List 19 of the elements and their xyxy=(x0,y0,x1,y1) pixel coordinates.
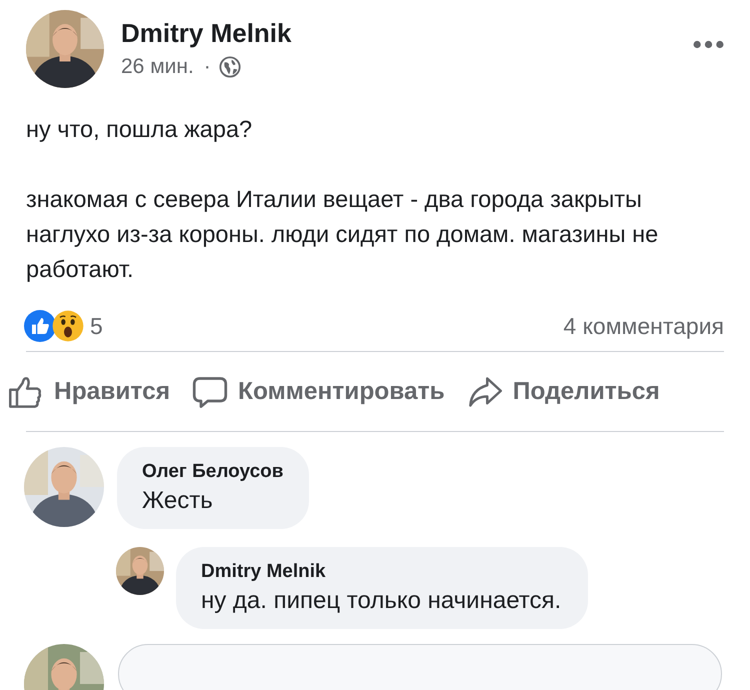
commenter-name[interactable]: Олег Белоусов xyxy=(142,461,284,483)
reaction-count[interactable]: 5 xyxy=(90,312,103,340)
action-button[interactable]: Нравится xyxy=(8,374,170,410)
comment-text: Жесть xyxy=(142,487,214,515)
author-name[interactable]: Dmitry Melnik xyxy=(121,18,693,49)
comment-text: ну да. пипец только начинается. xyxy=(201,587,562,615)
post-text: знакомая с севера Италии вещает - два города закрыты наглухо из-за короны. люди сидят по домам. магазины не работают. xyxy=(26,185,660,284)
more-icon[interactable] xyxy=(693,40,724,49)
like-reaction-icon xyxy=(24,310,56,342)
commenter-name[interactable]: Dmitry Melnik xyxy=(201,561,562,583)
action-button[interactable]: Поделиться xyxy=(466,374,660,410)
post-text: ну что, пошла жара? xyxy=(26,115,254,144)
action-button[interactable]: Комментировать xyxy=(192,374,445,410)
separator-dot: · xyxy=(204,55,211,79)
comment-count[interactable]: 4 комментария xyxy=(563,312,724,340)
globe-icon xyxy=(218,56,241,78)
comment-input-field[interactable] xyxy=(118,644,722,690)
wow-reaction-icon xyxy=(52,310,84,342)
post-time[interactable]: 26 мин. xyxy=(121,55,194,79)
